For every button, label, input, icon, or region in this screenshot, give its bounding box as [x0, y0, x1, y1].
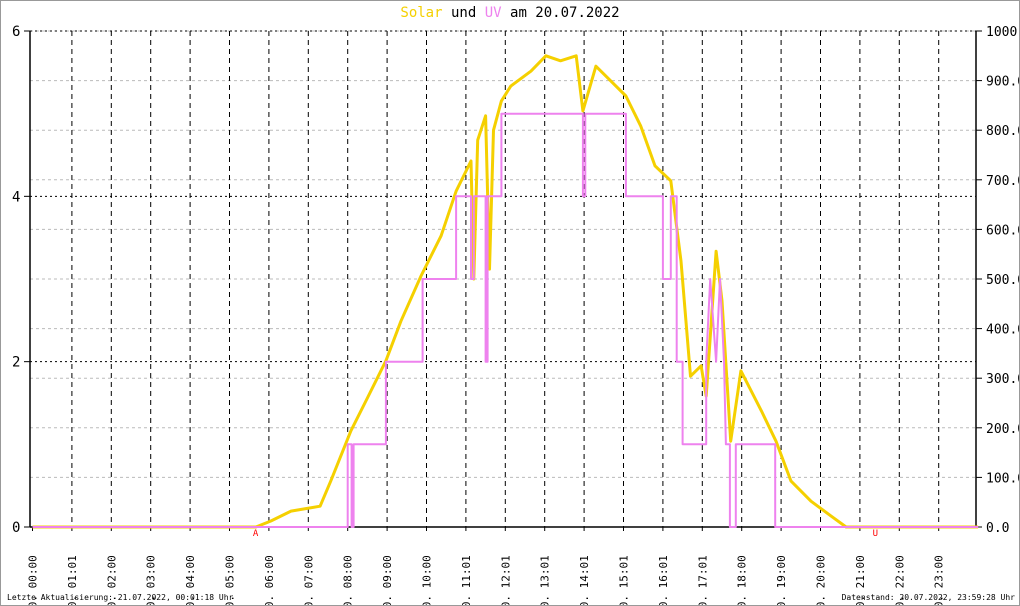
x-tick-label: 20. 14:01	[578, 555, 591, 605]
last-update-text: Letzte Aktualisierung: 21.07.2022, 00:01…	[7, 593, 234, 602]
left-tick-label: 6	[12, 24, 20, 40]
x-tick-label: 20. 12:01	[499, 555, 512, 605]
right-tick-label: 500.0	[986, 273, 1019, 288]
right-tick-label: 600.0	[986, 223, 1019, 238]
right-tick-label: 100.0	[986, 471, 1019, 486]
x-tick-label: 20. 06:00	[263, 555, 276, 605]
right-tick-label: 200.0	[986, 422, 1019, 437]
left-tick-label: 2	[12, 355, 20, 371]
left-tick-label: 4	[12, 189, 20, 205]
x-tick-label: 20. 17:01	[696, 555, 709, 605]
chart-image: Solar und UV am 20.07.2022 0.0100.0200.0…	[0, 0, 1020, 606]
right-tick-label: 800.0	[986, 124, 1019, 139]
x-tick-label: 20. 20:00	[815, 555, 828, 605]
x-tick-label: 20. 08:00	[342, 555, 355, 605]
x-tick-label: 20. 07:00	[302, 555, 315, 605]
chart-svg: 0.0 100.0 200.0 300.0 400.0 500.0 600.0 700.0 80…	[12, 24, 1019, 605]
data-timestamp-text: Datenstand: 20.07.2022, 23:59:28 Uhr	[841, 593, 1015, 602]
x-tick-label: 20. 10:00	[421, 555, 434, 605]
right-tick-label: 300.0	[986, 372, 1019, 387]
right-tick-label: 0.0	[986, 521, 1009, 536]
x-tick-label: 20. 16:01	[657, 555, 670, 605]
x-tick-label: 20. 18:00	[736, 555, 749, 605]
x-tick-label: 20. 09:00	[381, 555, 394, 605]
x-tick-label: 20. 19:00	[775, 555, 788, 605]
marker-a: A	[253, 529, 259, 539]
right-tick-label: 400.0	[986, 323, 1019, 338]
x-tick-label: 20. 13:01	[539, 555, 552, 605]
marker-u: U	[873, 529, 878, 539]
right-tick-label: 1000	[986, 25, 1017, 40]
left-tick-label: 0	[12, 520, 20, 536]
right-tick-label: 900.0	[986, 75, 1019, 90]
right-tick-label: 700.0	[986, 174, 1019, 189]
x-tick-label: 20. 11:01	[460, 555, 473, 605]
x-tick-label: 20. 15:01	[618, 555, 631, 605]
